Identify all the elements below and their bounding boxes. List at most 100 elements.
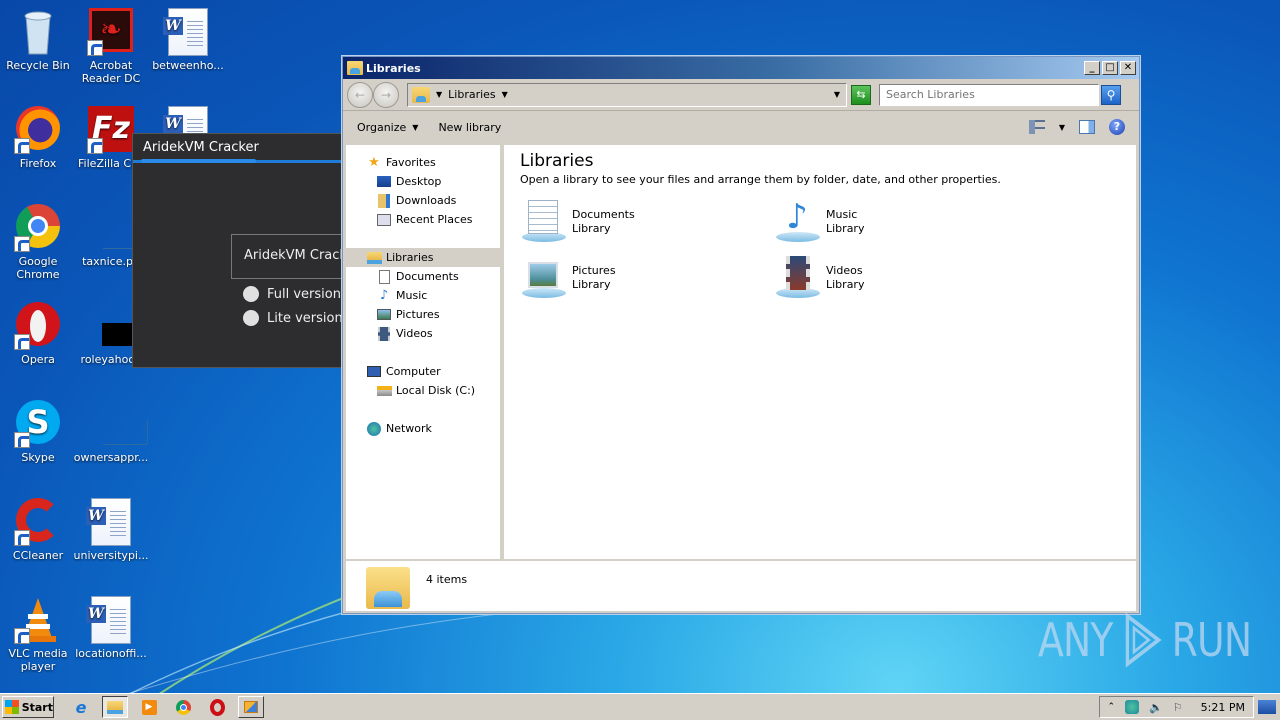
desktop-icon-firefox[interactable]: Firefox [0,106,76,170]
desktop-icon-opera[interactable]: Opera [0,302,76,366]
library-item-videos[interactable]: Videos Library [774,256,1028,300]
taskbar-internet-explorer[interactable]: e [68,696,94,718]
opera-icon [14,302,62,350]
shortcut-arrow-icon [14,334,30,350]
nav-recent-places[interactable]: Recent Places [346,210,500,229]
content-description: Open a library to see your files and arr… [520,173,1001,186]
command-bar: Organize ▼ New library ▼ ? [343,111,1139,143]
nav-music[interactable]: ♪ Music [346,286,500,305]
search-input[interactable] [879,83,1099,106]
libraries-icon [412,86,430,103]
desktop-icon-locationoffi[interactable]: locationoffi... [73,596,149,660]
downloads-icon [376,193,392,209]
volume-icon[interactable]: 🔈 [1149,701,1163,714]
action-center-flag-icon[interactable]: ⚐ [1173,701,1183,714]
maximize-button[interactable]: □ [1102,61,1118,75]
app-window-icon [244,701,258,713]
taskbar-media-player[interactable]: ▶ [136,696,162,718]
local-disk-icon [376,383,392,399]
cracker-group-box: AridekVM Crack [231,234,346,279]
radio-circle[interactable] [243,310,259,326]
network-icon [366,421,382,437]
libraries-icon [366,250,382,266]
preview-pane-icon[interactable] [1079,120,1095,134]
new-library-button[interactable]: New library [438,121,501,134]
back-button[interactable]: ← [347,81,373,108]
opera-icon [209,698,225,716]
nav-local-disk[interactable]: Local Disk (C:) [346,381,500,400]
title-bar[interactable]: Libraries _ □ ✕ [343,57,1139,79]
desktop-icon-chrome[interactable]: Google Chrome [0,204,76,281]
star-icon: ★ [368,155,380,170]
change-view-icon[interactable] [1028,120,1045,134]
filezilla-icon: Fz [87,106,135,154]
refresh-button[interactable]: ⇆ [851,84,871,105]
library-item-pictures[interactable]: Pictures Library [520,256,774,300]
radio-lite-version[interactable]: Lite version [243,310,343,326]
desktop-icon-vlc[interactable]: VLC media player [0,596,76,673]
radio-full-version[interactable]: Full version [243,286,341,302]
taskbar-opera[interactable] [204,696,230,718]
nav-videos[interactable]: Videos [346,324,500,343]
library-item-music[interactable]: ♪ Music Library [774,200,1028,244]
desktop-icon-acrobat[interactable]: ❧ Acrobat Reader DC [73,8,149,85]
chrome-icon [175,699,191,715]
desktop-icon-word-doc[interactable]: betweenho... [150,8,226,72]
nav-computer[interactable]: Computer [346,362,500,381]
nav-pictures[interactable]: Pictures [346,305,500,324]
show-desktop-button[interactable] [1258,700,1276,714]
pictures-library-icon [520,256,568,300]
close-button[interactable]: ✕ [1120,61,1136,75]
library-item-documents[interactable]: Documents Library [520,200,774,244]
anyrun-play-logo-icon [1125,612,1162,668]
desktop-icon-recycle-bin[interactable]: Recycle Bin [0,8,76,72]
nav-desktop[interactable]: Desktop [346,172,500,191]
breadcrumb-libraries[interactable]: Libraries [448,88,496,101]
minimize-button[interactable]: _ [1084,61,1100,75]
details-pane: 4 items [346,561,1136,611]
cracker-window[interactable]: AridekVM Cracker AridekVM Crack Full ver… [132,133,347,368]
taskbar-chrome[interactable] [170,696,196,718]
address-history-dropdown[interactable]: ▼ [834,90,840,99]
content-heading: Libraries [520,151,594,171]
computer-icon [366,364,382,380]
desktop-icon [376,174,392,190]
help-icon[interactable]: ? [1109,119,1125,135]
library-list: Documents Library ♪ Music Library Pictures… [520,200,1120,300]
nav-network[interactable]: Network [346,419,500,438]
back-arrow-icon: ← [354,87,366,102]
nav-libraries[interactable]: Libraries [346,248,500,267]
radio-circle[interactable] [243,286,259,302]
forward-button[interactable]: → [373,81,399,108]
documents-library-icon [520,200,568,244]
address-bar[interactable]: ▼ Libraries ▼ ▼ [407,82,847,107]
desktop-icon-ccleaner[interactable]: CCleaner [0,498,76,562]
taskbar: Start e ▶ ⌃ 🔈 ⚐ 5:21 PM [0,693,1280,720]
image-file-icon [87,204,147,252]
breadcrumb-dropdown-icon[interactable]: ▼ [502,90,508,99]
anyrun-watermark: ANY RUN [1038,610,1252,670]
nav-favorites[interactable]: ★ Favorites [346,153,500,172]
start-button[interactable]: Start [2,696,54,718]
navigation-pane[interactable]: ★ Favorites Desktop Downloads Recent Pla… [346,145,504,559]
organize-button[interactable]: Organize ▼ [357,121,418,134]
address-row: ← → ▼ Libraries ▼ ▼ ⇆ ⚲ [343,79,1139,111]
network-status-icon[interactable] [1125,700,1140,714]
nav-downloads[interactable]: Downloads [346,191,500,210]
explorer-window: Libraries _ □ ✕ ← → ▼ Libraries ▼ ▼ ⇆ ⚲ … [342,56,1140,614]
clock[interactable]: 5:21 PM [1201,701,1245,714]
taskbar-cracker-app[interactable] [238,696,264,718]
search-button[interactable]: ⚲ [1101,84,1121,105]
nav-documents[interactable]: Documents [346,267,500,286]
desktop-icon-ownersappr[interactable]: ownersappr... [73,400,149,464]
recent-places-icon [376,212,392,228]
taskbar-explorer[interactable] [102,696,128,718]
tab-active-indicator[interactable] [141,159,256,163]
desktop-icon-skype[interactable]: S Skype [0,400,76,464]
breadcrumb-chevron-icon[interactable]: ▼ [436,90,442,99]
skype-icon: S [14,400,62,448]
view-options-dropdown[interactable]: ▼ [1059,123,1065,132]
desktop-icon-universitypi[interactable]: universitypi... [73,498,149,562]
show-hidden-icons-button[interactable]: ⌃ [1108,702,1116,712]
refresh-icon: ⇆ [856,87,866,101]
